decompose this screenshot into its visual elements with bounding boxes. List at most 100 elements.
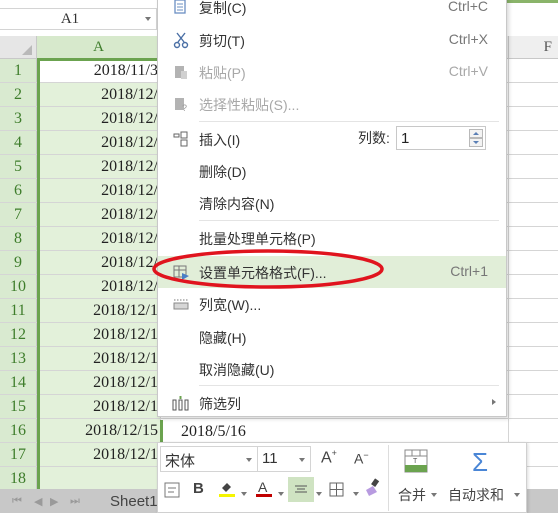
menu-label: 清除内容(N) [199, 196, 275, 212]
align-center-icon [295, 485, 307, 493]
menu-item-delete[interactable]: 删除(D) [158, 155, 506, 187]
cell-a[interactable]: 2018/12/1 [37, 299, 160, 322]
row-header[interactable]: 9 [0, 251, 37, 274]
decrease-font-icon: A [354, 450, 364, 467]
cell-a[interactable]: 2018/12/ [37, 251, 160, 274]
row-header[interactable]: 10 [0, 275, 37, 298]
menu-item-column-width[interactable]: 列宽(W)... [158, 288, 506, 320]
name-box[interactable]: A1 [0, 8, 157, 30]
font-name-value: 宋体 [165, 453, 196, 470]
format-cells-icon [173, 265, 189, 280]
first-sheet-icon[interactable]: ⏮ [12, 495, 22, 508]
menu-label: 筛选列 [199, 396, 241, 412]
menu-item-filter-column[interactable]: 筛选列 [158, 387, 506, 419]
cell-a[interactable]: 2018/12/ [37, 83, 160, 106]
align-center-button[interactable] [288, 477, 314, 502]
cell-a[interactable]: 2018/12/1 [37, 371, 160, 394]
merge-button[interactable]: T 合并 [394, 447, 440, 509]
font-size-select[interactable]: 11 [257, 446, 311, 472]
column-count-label: 列数: [358, 130, 390, 146]
paste-special-icon: ? [175, 98, 187, 113]
menu-item-cut[interactable]: 剪切(T) Ctrl+X [158, 24, 506, 56]
cell-a[interactable]: 2018/12/1 [37, 347, 160, 370]
row-header[interactable]: 2 [0, 83, 37, 106]
menu-item-copy[interactable]: 复制(C) Ctrl+C [158, 0, 506, 23]
column-width-icon [173, 299, 189, 310]
cell-b16[interactable]: 2018/5/16 [160, 420, 267, 443]
font-name-select[interactable]: 宋体 [160, 446, 258, 472]
chevron-down-icon[interactable] [353, 492, 359, 496]
chevron-down-icon[interactable] [241, 492, 247, 496]
row-header[interactable]: 11 [0, 299, 37, 322]
cell-a[interactable]: 2018/12/ [37, 107, 160, 130]
cell-a[interactable]: 2018/12/1 [37, 395, 160, 418]
row-header[interactable]: 1 [0, 59, 37, 82]
format-painter-icon[interactable] [363, 478, 381, 498]
menu-item-unhide[interactable]: 取消隐藏(U) [158, 353, 506, 385]
last-sheet-icon[interactable]: ⏭ [70, 495, 80, 508]
menu-item-paste-special[interactable]: ? 选择性粘贴(S)... [158, 88, 506, 120]
menu-separator [199, 121, 499, 122]
cell-a[interactable]: 2018/12/ [37, 131, 160, 154]
stepper-down-icon[interactable] [469, 138, 483, 147]
fill-color-icon [219, 483, 235, 497]
chevron-down-icon [299, 458, 305, 462]
row-header[interactable]: 4 [0, 131, 37, 154]
chevron-down-icon [246, 458, 252, 462]
row-header[interactable]: 14 [0, 371, 37, 394]
column-header-f[interactable]: F [508, 36, 558, 58]
row-header[interactable]: 16 [0, 419, 37, 442]
menu-item-insert[interactable]: 插入(I) 列数: 1 [158, 123, 506, 155]
cell-a[interactable]: 2018/12/1 [37, 323, 160, 346]
row-header[interactable]: 3 [0, 107, 37, 130]
row-header[interactable]: 5 [0, 155, 37, 178]
borders-icon[interactable] [329, 482, 344, 497]
chevron-down-icon[interactable] [278, 492, 284, 496]
cell-a[interactable] [37, 467, 160, 490]
column-header-a[interactable]: A [37, 36, 160, 58]
menu-item-paste[interactable]: 粘贴(P) Ctrl+V [158, 56, 506, 88]
chevron-down-icon [431, 493, 437, 497]
decrease-font-button[interactable]: A− [354, 450, 369, 467]
table-row: 16 2018/12/15 [0, 419, 558, 443]
cell-a[interactable]: 2018/12/ [37, 155, 160, 178]
column-count-stepper[interactable]: 1 [396, 126, 486, 150]
stepper-up-icon[interactable] [469, 129, 483, 138]
select-all-corner[interactable] [0, 36, 37, 58]
cell-a[interactable]: 2018/12/ [37, 227, 160, 250]
menu-label: 插入(I) [199, 132, 241, 148]
row-header[interactable]: 13 [0, 347, 37, 370]
menu-item-clear-contents[interactable]: 清除内容(N) [158, 187, 506, 219]
merge-label: 合并 [398, 487, 426, 503]
chevron-down-icon[interactable] [316, 492, 322, 496]
cell-a[interactable]: 2018/12/ [37, 275, 160, 298]
row-header[interactable]: 12 [0, 323, 37, 346]
row-header[interactable]: 15 [0, 395, 37, 418]
bold-button[interactable]: B [193, 480, 204, 497]
next-sheet-icon[interactable]: ▶ [50, 495, 58, 508]
chevron-down-icon [514, 493, 520, 497]
row-header[interactable]: 7 [0, 203, 37, 226]
increase-font-button[interactable]: A+ [321, 448, 337, 467]
menu-item-format-cells[interactable]: 设置单元格格式(F)... Ctrl+1 [158, 256, 506, 288]
menu-item-batch-process[interactable]: 批量处理单元格(P) [158, 222, 506, 254]
fill-color-button[interactable] [218, 479, 236, 501]
row-header[interactable]: 8 [0, 227, 37, 250]
cell-a[interactable]: 2018/12/ [37, 203, 160, 226]
row-header[interactable]: 17 [0, 443, 37, 466]
chevron-down-icon[interactable] [145, 17, 151, 21]
sigma-icon: Σ [472, 447, 489, 477]
font-color-button[interactable]: A [256, 479, 272, 501]
row-header[interactable]: 18 [0, 467, 37, 490]
menu-label: 批量处理单元格(P) [199, 231, 316, 247]
cell-a[interactable]: 2018/12/15 [37, 419, 160, 442]
wrap-text-icon[interactable] [164, 482, 180, 498]
autosum-button[interactable]: Σ 自动求和 [446, 447, 524, 509]
autosum-label: 自动求和 [448, 487, 504, 503]
cell-a[interactable]: 2018/11/3 [37, 59, 160, 82]
row-header[interactable]: 6 [0, 179, 37, 202]
cell-a[interactable]: 2018/12/ [37, 179, 160, 202]
prev-sheet-icon[interactable]: ◀ [34, 495, 42, 508]
cell-a[interactable]: 2018/12/1 [37, 443, 160, 466]
menu-item-hide[interactable]: 隐藏(H) [158, 321, 506, 353]
